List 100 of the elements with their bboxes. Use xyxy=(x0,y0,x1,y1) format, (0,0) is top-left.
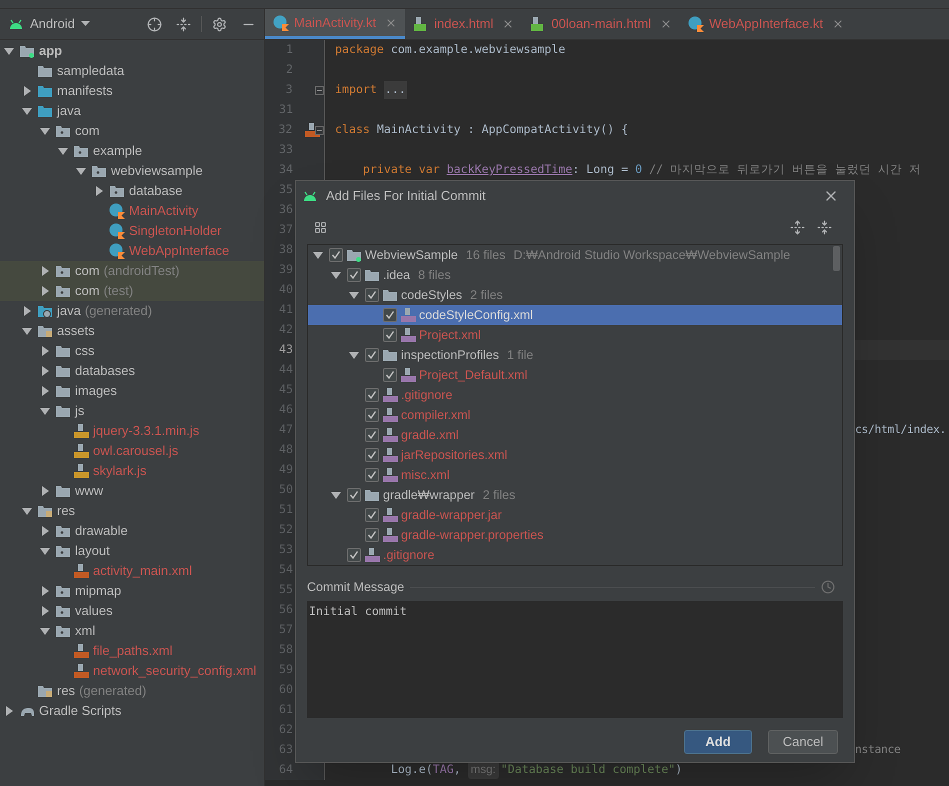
expand-arrow-icon[interactable] xyxy=(39,485,51,497)
checkbox[interactable] xyxy=(365,528,379,542)
view-selector[interactable]: Android xyxy=(30,14,75,34)
collapse-arrow-icon[interactable] xyxy=(3,45,15,57)
caret-icon[interactable] xyxy=(80,21,90,27)
expand-arrow-icon[interactable] xyxy=(21,85,33,97)
tree-item[interactable]: xml xyxy=(75,621,96,641)
checkbox[interactable] xyxy=(365,288,379,302)
commit-message-field[interactable]: Initial commit xyxy=(307,600,843,718)
settings-icon[interactable] xyxy=(212,16,227,32)
expand-arrow-icon[interactable] xyxy=(3,705,15,717)
tree-item[interactable]: www xyxy=(75,481,104,501)
checkbox[interactable] xyxy=(365,348,379,362)
close-icon[interactable] xyxy=(660,18,672,30)
collapse-all-icon[interactable] xyxy=(817,220,832,234)
checkbox[interactable] xyxy=(365,468,379,482)
tree-item[interactable]: example xyxy=(93,141,142,161)
expand-arrow-icon[interactable] xyxy=(39,365,51,377)
unknown-file-icon xyxy=(382,507,398,523)
collapse-arrow-icon[interactable] xyxy=(75,165,87,177)
code-text: private var xyxy=(362,161,441,178)
code-text: class xyxy=(335,121,371,138)
cancel-button[interactable]: Cancel xyxy=(768,730,838,754)
expand-arrow-icon[interactable] xyxy=(39,585,51,597)
checkbox[interactable] xyxy=(383,368,397,382)
tree-item[interactable]: images xyxy=(75,381,117,401)
tree-item[interactable]: database xyxy=(129,181,182,201)
tree-item[interactable]: drawable xyxy=(75,521,128,541)
tree-item[interactable]: java xyxy=(57,101,81,121)
expand-arrow-icon[interactable] xyxy=(39,605,51,617)
tree-item[interactable]: values xyxy=(75,601,113,621)
collapse-arrow-icon[interactable] xyxy=(21,325,33,337)
checkbox[interactable] xyxy=(365,508,379,522)
scrollbar-thumb[interactable] xyxy=(833,246,840,271)
expand-all-icon[interactable] xyxy=(790,220,805,234)
tree-item[interactable]: manifests xyxy=(57,81,113,101)
tree-item[interactable]: layout xyxy=(75,541,110,561)
package-folder-icon xyxy=(55,523,71,539)
tree-item[interactable]: css xyxy=(75,341,94,361)
group-by-icon[interactable] xyxy=(314,220,327,234)
tree-item[interactable]: js xyxy=(75,401,84,421)
code-text: ) xyxy=(675,761,682,778)
close-icon[interactable] xyxy=(832,18,844,30)
checkbox[interactable] xyxy=(383,328,397,342)
checkbox[interactable] xyxy=(365,408,379,422)
tree-item[interactable]: databases xyxy=(75,361,135,381)
module-folder-icon xyxy=(346,247,362,263)
locate-icon[interactable] xyxy=(147,16,162,32)
expand-arrow-icon[interactable] xyxy=(39,285,51,297)
tree-item[interactable]: app xyxy=(39,41,62,61)
collapse-arrow-icon[interactable] xyxy=(312,249,324,261)
selected-row[interactable]: codeStyleConfig.xml xyxy=(308,305,842,325)
expand-arrow-icon[interactable] xyxy=(39,345,51,357)
tree-item[interactable]: com xyxy=(75,261,100,281)
collapse-arrow-icon[interactable] xyxy=(39,125,51,137)
collapse-arrow-icon[interactable] xyxy=(348,349,360,361)
expand-arrow-icon[interactable] xyxy=(93,185,105,197)
tree-item[interactable]: com xyxy=(75,121,100,141)
expand-arrow-icon[interactable] xyxy=(39,525,51,537)
tree-item[interactable]: java xyxy=(57,301,81,321)
generated-folder-icon xyxy=(37,303,53,319)
expand-arrow-icon[interactable] xyxy=(39,265,51,277)
checkbox[interactable] xyxy=(365,388,379,402)
collapse-arrow-icon[interactable] xyxy=(39,625,51,637)
tree-item[interactable]: sampledata xyxy=(57,61,124,81)
collapse-arrow-icon[interactable] xyxy=(330,269,342,281)
file-name: inspectionProfiles xyxy=(401,346,499,364)
tree-item[interactable]: res xyxy=(57,501,76,521)
tree-item[interactable]: assets xyxy=(57,321,95,341)
tree-item[interactable]: com xyxy=(75,281,100,301)
checkbox[interactable] xyxy=(347,548,361,562)
collapse-arrow-icon[interactable] xyxy=(21,105,33,117)
code-text: TAG xyxy=(432,761,454,778)
collapse-arrow-icon[interactable] xyxy=(39,545,51,557)
file-count: 16 files xyxy=(466,246,506,264)
checkbox[interactable] xyxy=(347,268,361,282)
checkbox[interactable] xyxy=(365,428,379,442)
fold-icon[interactable] xyxy=(315,126,324,134)
checkbox[interactable] xyxy=(365,448,379,462)
collapse-arrow-icon[interactable] xyxy=(348,289,360,301)
code-text: ... xyxy=(384,81,407,99)
collapse-all-icon[interactable] xyxy=(176,16,191,32)
collapse-arrow-icon[interactable] xyxy=(57,145,69,157)
expand-arrow-icon[interactable] xyxy=(21,305,33,317)
collapse-arrow-icon[interactable] xyxy=(39,405,51,417)
tree-item[interactable]: Gradle Scripts xyxy=(39,701,122,721)
tree-item[interactable]: webviewsample xyxy=(111,161,203,181)
add-button[interactable]: Add xyxy=(684,730,752,754)
tree-item[interactable]: res xyxy=(57,681,76,701)
expand-arrow-icon[interactable] xyxy=(39,385,51,397)
collapse-arrow-icon[interactable] xyxy=(330,489,342,501)
checkbox[interactable] xyxy=(383,308,397,322)
folder-icon xyxy=(55,383,71,399)
checkbox[interactable] xyxy=(347,488,361,502)
collapse-arrow-icon[interactable] xyxy=(21,505,33,517)
tree-item[interactable]: mipmap xyxy=(75,581,122,601)
fold-icon[interactable] xyxy=(315,86,324,94)
code-text: cs/html/index. xyxy=(855,422,946,438)
close-icon[interactable] xyxy=(502,18,514,30)
checkbox[interactable] xyxy=(329,248,343,262)
